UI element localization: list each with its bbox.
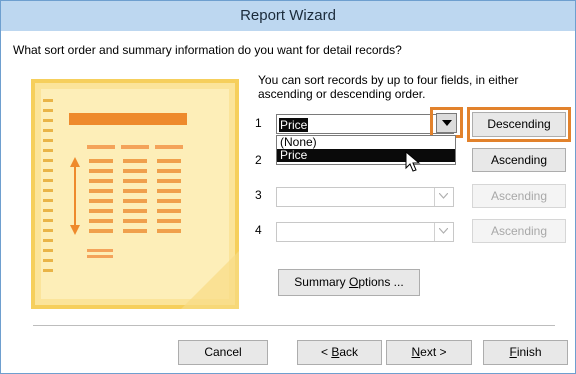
sort-3-dropdown-button[interactable] — [434, 188, 453, 206]
report-wizard-window: Report Wizard What sort order and summar… — [0, 0, 576, 374]
back-button[interactable]: < Back — [297, 340, 382, 365]
finish-label-key: F — [509, 345, 517, 359]
summary-options-button[interactable]: Summary Options ... — [278, 269, 420, 296]
sort-1-order-button[interactable]: Descending — [472, 112, 566, 137]
footer-divider — [33, 325, 555, 326]
sort-4-field-combo[interactable] — [276, 222, 454, 242]
back-label-pre: < — [320, 345, 332, 359]
next-button[interactable]: Next > — [386, 340, 472, 365]
sort-field-dropdown-list[interactable]: (None) Price — [276, 135, 456, 165]
summary-options-key: O — [348, 275, 359, 289]
sort-1-dropdown-button[interactable] — [436, 113, 457, 133]
sort-2-order-button[interactable]: Ascending — [472, 148, 566, 172]
sort-1-field-value: Price — [279, 118, 309, 132]
question-label: What sort order and summary information … — [13, 43, 402, 57]
sort-2-number: 2 — [255, 153, 262, 167]
summary-options-pre: Summary — [294, 275, 349, 289]
finish-button[interactable]: Finish — [483, 340, 568, 365]
next-label-post: ext > — [420, 345, 447, 359]
dropdown-option-price[interactable]: Price — [277, 149, 455, 162]
chevron-down-icon — [439, 228, 448, 234]
back-label-post: ack — [339, 345, 359, 359]
chevron-down-icon — [439, 193, 448, 199]
sort-1-field-combo[interactable]: Price — [276, 114, 454, 134]
sort-4-dropdown-button[interactable] — [434, 223, 453, 241]
report-illustration — [31, 79, 239, 309]
title-bar: Report Wizard — [1, 1, 575, 31]
sort-3-field-combo[interactable] — [276, 187, 454, 207]
finish-label-post: inish — [516, 345, 542, 359]
sort-3-number: 3 — [255, 188, 262, 202]
mouse-cursor-icon — [405, 151, 421, 172]
sort-4-number: 4 — [255, 223, 262, 237]
sort-1-number: 1 — [255, 116, 262, 130]
cancel-button[interactable]: Cancel — [178, 340, 268, 365]
summary-options-post: ptions ... — [358, 275, 404, 289]
window-title: Report Wizard — [240, 7, 336, 24]
info-text: You can sort records by up to four field… — [258, 73, 519, 101]
sort-3-order-button[interactable]: Ascending — [472, 184, 566, 208]
next-label-key: N — [411, 345, 421, 359]
chevron-down-icon — [442, 120, 452, 126]
sort-4-order-button[interactable]: Ascending — [472, 219, 566, 243]
